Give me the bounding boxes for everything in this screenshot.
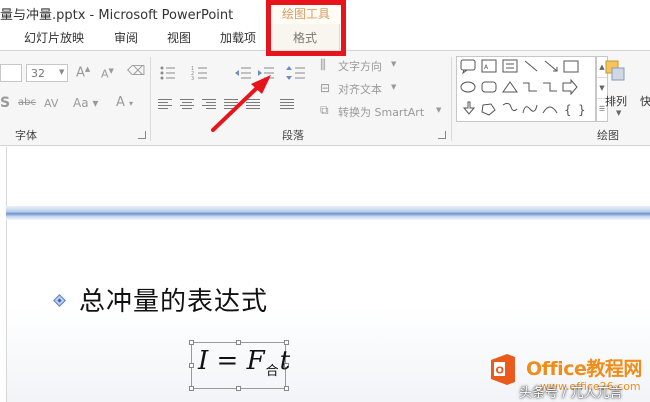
line-spacing-icon[interactable]	[285, 63, 309, 83]
resize-handle[interactable]	[189, 340, 194, 345]
character-spacing-icon[interactable]: AV	[44, 97, 58, 110]
chevron-down-icon: ▼	[391, 83, 397, 91]
resize-handle[interactable]	[189, 386, 194, 391]
drawing-group-label: 绘图	[597, 129, 619, 142]
resize-handle[interactable]	[284, 386, 289, 391]
svg-text:O: O	[496, 366, 505, 377]
tab-review[interactable]: 审阅	[114, 29, 138, 46]
bullets-icon[interactable]	[158, 63, 180, 83]
resize-handle[interactable]	[189, 363, 194, 368]
resize-handle[interactable]	[284, 340, 289, 345]
formula-lhs: I	[198, 346, 209, 376]
align-center-icon[interactable]	[180, 99, 194, 110]
arrange-icon	[605, 60, 625, 81]
align-text-icon[interactable]: ⊟	[320, 81, 330, 95]
ribbon: 32 ▼ A▲ A▼ ⌫ S abc AV Aa ▾ A ▾ 字体 123 ⫼ …	[0, 50, 650, 146]
svg-text:}: }	[578, 103, 586, 117]
shapes-gallery[interactable]: A { }	[456, 56, 596, 122]
svg-text:{: {	[564, 103, 572, 117]
chevron-down-icon: ▼	[391, 60, 397, 68]
group-separator	[451, 57, 452, 141]
slide-heading[interactable]: 总冲量的表达式	[79, 281, 268, 318]
align-text-button[interactable]: 对齐文本	[338, 81, 382, 97]
tab-slide-show[interactable]: 幻灯片放映	[24, 29, 84, 46]
annotation-arrow-icon	[211, 75, 271, 132]
watermark-caption: 头条号 / 兀人兀言	[519, 386, 623, 401]
shadow-icon[interactable]: S	[0, 95, 10, 111]
title-bar: 量与冲量.pptx - Microsoft PowerPoint 绘图工具	[0, 0, 650, 24]
font-size-combo[interactable]: 32 ▼	[26, 64, 68, 82]
paragraph-group-label: 段落	[282, 129, 304, 142]
text-direction-button[interactable]: 文字方向	[338, 58, 382, 74]
chevron-down-icon: ▼	[436, 106, 442, 114]
grow-font-icon[interactable]: A▲	[76, 65, 90, 80]
change-case-icon[interactable]: Aa ▾	[73, 96, 98, 110]
text-direction-icon[interactable]: ⫼	[320, 58, 326, 73]
paragraph-dialog-launcher-icon[interactable]	[438, 131, 446, 139]
office-logo-icon: O	[491, 354, 515, 385]
impulse-formula[interactable]: I = F合t	[198, 346, 290, 379]
chevron-down-icon: ▼	[616, 109, 622, 117]
columns-icon[interactable]	[280, 99, 294, 110]
formula-symbol: F	[246, 346, 265, 376]
formula-subscript: 合	[265, 364, 279, 379]
watermark-brand: Office教程网	[526, 358, 642, 380]
group-separator	[150, 57, 151, 141]
slide-decorative-band	[6, 206, 650, 220]
chevron-down-icon: ▼	[59, 68, 65, 76]
quick-styles-label[interactable]: 快	[640, 93, 650, 109]
font-dialog-launcher-icon[interactable]	[138, 131, 146, 139]
arrange-label: 排列	[605, 95, 627, 108]
align-left-icon[interactable]	[158, 99, 172, 110]
tab-view[interactable]: 视图	[167, 29, 191, 46]
formula-equals: =	[216, 346, 239, 376]
font-group-label: 字体	[15, 129, 37, 142]
strikethrough-icon[interactable]: abc	[18, 97, 36, 108]
smartart-icon[interactable]: ⧉	[320, 103, 329, 118]
font-size-value: 32	[31, 67, 45, 80]
window-title: 量与冲量.pptx - Microsoft PowerPoint	[0, 8, 234, 23]
convert-smartart-button[interactable]: 转换为 SmartArt	[338, 104, 424, 120]
shrink-font-icon[interactable]: A▼	[101, 67, 114, 81]
shape-icons: A { }	[460, 59, 586, 117]
drawing-tools-context-label: 绘图工具	[281, 7, 330, 21]
resize-handle[interactable]	[236, 386, 241, 391]
font-name-combo[interactable]	[0, 64, 22, 82]
formula-variable: t	[279, 346, 291, 376]
resize-handle[interactable]	[236, 340, 241, 345]
font-color-icon[interactable]: A ▾	[116, 95, 133, 110]
clear-formatting-icon[interactable]: ⌫	[127, 64, 145, 79]
tab-add-ins[interactable]: 加载项	[220, 29, 256, 46]
svg-text:A: A	[484, 64, 489, 71]
tab-format[interactable]: 格式	[270, 24, 340, 51]
svg-text:3: 3	[191, 76, 194, 81]
